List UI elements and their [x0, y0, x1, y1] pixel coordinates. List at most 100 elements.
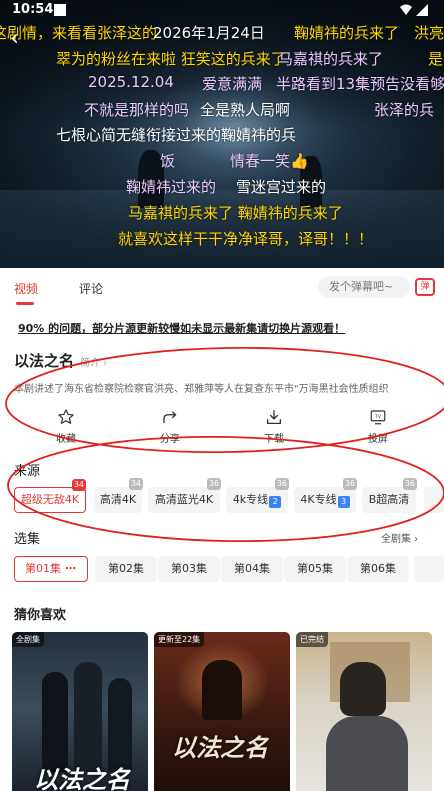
intro-link[interactable]: 简介 ›: [80, 354, 107, 369]
cast-button[interactable]: TV 投屏: [348, 408, 408, 445]
source-episode-badge: 34: [71, 479, 86, 491]
source-chip-label: 高清4K: [99, 493, 137, 506]
share-button[interactable]: 分享: [140, 408, 200, 445]
show-synopsis: 本剧讲述了海东省检察院检察官洪亮、郑雅萍等人在复查东平市"万海黑社会性质组织: [14, 384, 389, 395]
danmaku-comment: 是: [428, 50, 444, 68]
danmaku-comment: 情春一笑👍: [230, 152, 309, 170]
episode-chip-label: 第03集: [171, 562, 207, 575]
episode-chip[interactable]: 第04集: [221, 556, 283, 582]
episode-chip[interactable]: 第05集: [284, 556, 346, 582]
source-chip[interactable]: 超级无敌4K 34: [14, 479, 86, 513]
status-bar: 10:54: [0, 0, 444, 22]
star-icon: [58, 409, 74, 424]
episode-chip-label: 第05集: [297, 562, 333, 575]
cast-icon: TV: [370, 410, 386, 425]
danmaku-comment: 马嘉祺的兵来了 鞠婧祎的兵来了: [128, 204, 343, 222]
danmaku-comment: 鞠婧祎过来的: [126, 178, 217, 196]
danmaku-input[interactable]: 发个弹幕吧~: [318, 276, 410, 298]
episode-chip[interactable]: 第01集 ⋯: [14, 556, 88, 582]
back-button[interactable]: ‹: [10, 26, 19, 51]
source-chip-label: 4k专线: [232, 493, 269, 506]
line-number-badge: 2: [269, 496, 282, 508]
download-button[interactable]: 下载: [244, 408, 304, 445]
download-label: 下载: [264, 434, 284, 445]
danmaku-comment: 雪迷宫过来的: [236, 178, 327, 196]
source-chip-label: 高清蓝光4K: [154, 493, 214, 506]
tab-active-indicator: [16, 302, 34, 305]
poster-title: 以法之名: [172, 733, 268, 762]
danmaku-comment: 饭: [160, 152, 176, 170]
share-label: 分享: [160, 434, 180, 445]
recommend-poster[interactable]: 更新至22集 以法之名: [154, 632, 290, 791]
status-time: 10:54: [12, 2, 54, 17]
recommend-label: 猜你喜欢: [14, 608, 67, 623]
danmaku-comment: 半路看到13集预告没看够吗: [276, 75, 444, 93]
danmaku-comment: 全是熟人局啊: [200, 101, 291, 119]
episode-chip-label: 第01集: [25, 562, 61, 575]
line-number-badge: 3: [337, 496, 350, 508]
favorite-label: 收藏: [56, 434, 76, 445]
app-page: 10:54 ‹ 这剧情，来看看张泽这的 2026年1月24日 鞠婧祎的兵来了 洪…: [0, 0, 444, 791]
source-chip-label: 4K专线: [300, 493, 337, 506]
all-episodes-link[interactable]: 全剧集 ›: [381, 530, 418, 545]
source-chip[interactable]: 高清4K 34: [94, 478, 143, 513]
source-episode-badge: 36: [402, 478, 417, 490]
poster-figure-hair: [340, 662, 386, 716]
danmaku-comment: 就喜欢这样干干净净译哥，译哥！！！: [118, 230, 374, 248]
episode-chip[interactable]: 第06集: [347, 556, 409, 582]
cast-label: 投屏: [368, 434, 388, 445]
poster-status-tag: 全剧集: [12, 632, 44, 647]
episode-chip[interactable]: 第03集: [158, 556, 220, 582]
download-icon: [266, 410, 282, 425]
source-episode-badge: 36: [206, 478, 221, 490]
recommend-poster[interactable]: 全剧集 以法之名: [12, 632, 148, 791]
danmaku-comment: 七根心简无缝衔接过来的鞠婧祎的兵: [56, 126, 297, 144]
poster-status-tag: 已完结: [296, 632, 328, 647]
show-title: 以法之名: [14, 352, 75, 370]
playing-indicator-icon: ⋯: [65, 562, 77, 575]
source-episode-badge: 36: [274, 478, 289, 490]
danmaku-comment: 洪亮: [414, 24, 444, 42]
poster-figure: [74, 662, 102, 772]
source-episode-badge: 36: [342, 478, 357, 490]
episode-chip-partial[interactable]: [414, 556, 444, 582]
tab-comment[interactable]: 评论: [79, 280, 103, 297]
poster-figure: [42, 672, 68, 772]
video-player[interactable]: 10:54 ‹ 这剧情，来看看张泽这的 2026年1月24日 鞠婧祎的兵来了 洪…: [0, 0, 444, 268]
source-chip-label: 超级无敌4K: [20, 493, 80, 506]
poster-title: 以法之名: [34, 765, 130, 791]
favorite-button[interactable]: 收藏: [36, 408, 96, 445]
danmaku-comment: 2025.12.04: [88, 73, 174, 91]
episodes-label: 选集: [14, 532, 41, 547]
danmaku-comment: 马嘉祺的兵来了: [278, 50, 384, 68]
svg-text:TV: TV: [374, 414, 382, 420]
poster-status-tag: 更新至22集: [154, 632, 205, 647]
episode-chip-label: 第06集: [360, 562, 396, 575]
source-chip[interactable]: 4K专线 3 36: [294, 478, 357, 513]
source-chip[interactable]: B超高清 36: [362, 478, 417, 513]
poster-figure: [108, 678, 132, 772]
source-chip[interactable]: 高清蓝光4K 36: [148, 478, 221, 513]
danmaku-comment: 这剧情，来看看张泽这的: [0, 24, 158, 42]
source-episode-badge: 34: [128, 478, 143, 490]
sources-label: 来源: [14, 464, 41, 479]
danmaku-comment: 张泽的兵: [374, 101, 435, 119]
source-chip[interactable]: 4k专线 2 36: [226, 478, 289, 513]
share-icon: [163, 411, 177, 423]
recommend-poster[interactable]: 已完结: [296, 632, 432, 791]
signal-battery-icon: [400, 4, 428, 16]
episode-chip[interactable]: 第02集: [95, 556, 157, 582]
source-notice: 90% 的问题，部分片源更新较慢如未显示最新集请切换片源观看！: [18, 322, 346, 335]
danmaku-comment: 翠为的粉丝在来啦 狂笑这的兵来了: [56, 50, 286, 68]
poster-figure: [326, 716, 408, 791]
danmaku-comment: 不就是那样的吗: [84, 101, 190, 119]
source-chip-partial[interactable]: [424, 487, 444, 513]
danmaku-comment: 鞠婧祎的兵来了: [294, 24, 400, 42]
poster-figure: [202, 660, 242, 720]
episode-chip-label: 第02集: [108, 562, 144, 575]
tab-video[interactable]: 视频: [14, 280, 38, 297]
danmaku-comment: 爱意满满: [202, 75, 263, 93]
danmaku-toggle-button[interactable]: 弹: [415, 278, 435, 296]
episode-chip-label: 第04集: [234, 562, 270, 575]
source-chip-label: B超高清: [368, 493, 410, 506]
